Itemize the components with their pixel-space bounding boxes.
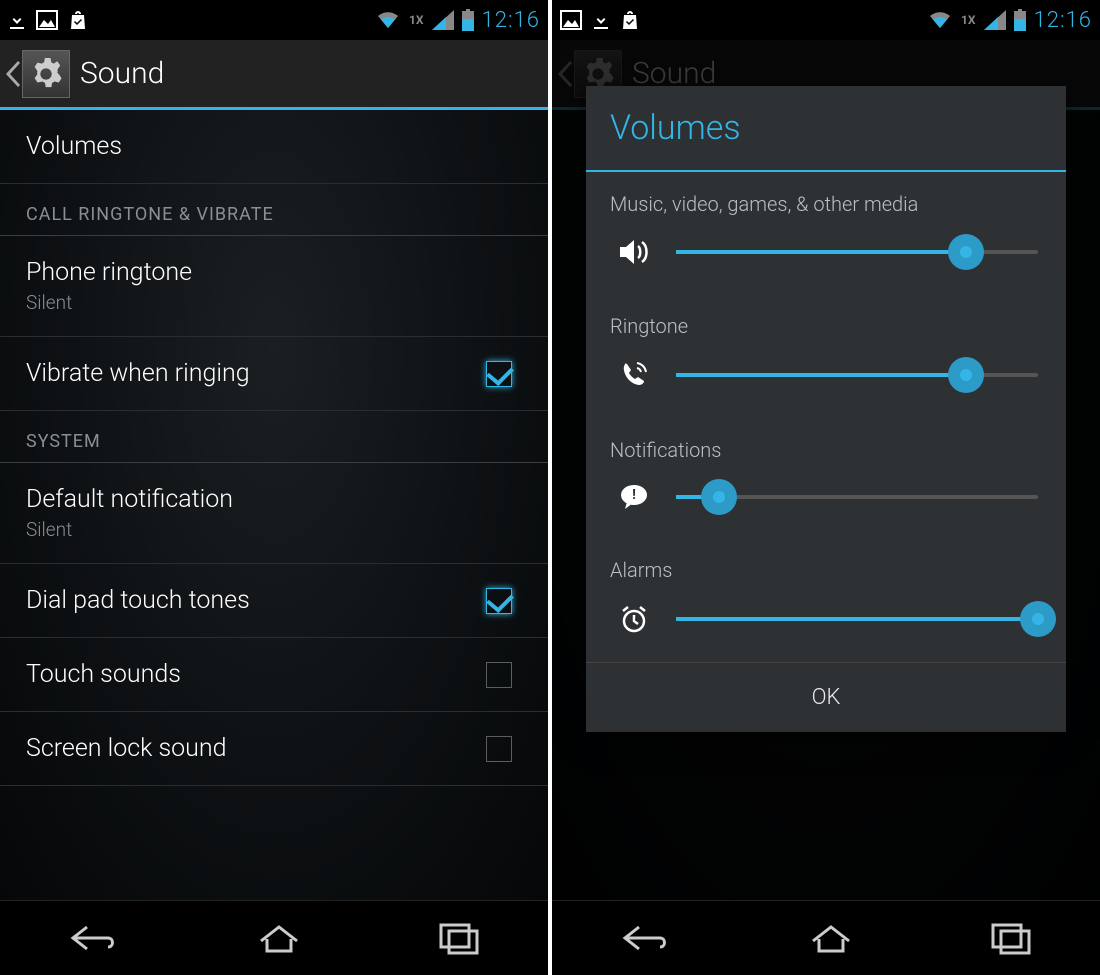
screen-lock-checkbox[interactable] <box>486 736 512 762</box>
settings-gear-icon <box>22 50 70 98</box>
nav-bar <box>0 900 548 975</box>
slider-fill <box>676 373 966 377</box>
phone-ringtone-item[interactable]: Phone ringtone Silent <box>0 236 548 337</box>
phone-right: 1X 12:16 Sound Volumes Music, video <box>552 0 1100 975</box>
network-1x-label: 1X <box>961 13 976 27</box>
slider-label: Notifications <box>610 438 1042 462</box>
dialpad-tones-item[interactable]: Dial pad touch tones <box>0 564 548 638</box>
slider-label: Ringtone <box>610 314 1042 338</box>
speaker-icon <box>614 238 654 266</box>
signal-icon <box>432 10 454 30</box>
dialpad-checkbox[interactable] <box>486 588 512 614</box>
item-label: Dial pad touch tones <box>26 586 486 615</box>
alarms-slider[interactable] <box>676 617 1038 621</box>
nav-home-icon[interactable] <box>807 921 855 955</box>
slider-label: Alarms <box>610 558 1042 582</box>
vibrate-when-ringing-item[interactable]: Vibrate when ringing <box>0 337 548 411</box>
item-label: Volumes <box>26 132 522 161</box>
volumes-dialog: Volumes Music, video, games, & other med… <box>586 86 1066 732</box>
dialog-scrim[interactable]: Volumes Music, video, games, & other med… <box>552 40 1100 900</box>
volumes-item[interactable]: Volumes <box>0 110 548 184</box>
slider-thumb[interactable] <box>948 357 984 393</box>
status-bar: 1X 12:16 <box>0 0 548 40</box>
svg-text:!: ! <box>632 487 636 503</box>
picture-icon <box>36 10 58 30</box>
ringtone-volume-row: Ringtone <box>586 294 1066 418</box>
status-clock: 12:16 <box>482 8 540 33</box>
ok-button[interactable]: OK <box>586 662 1066 732</box>
settings-list: Volumes CALL RINGTONE & VIBRATE Phone ri… <box>0 110 548 900</box>
status-bar: 1X 12:16 <box>552 0 1100 40</box>
item-label: Screen lock sound <box>26 734 486 763</box>
wifi-icon <box>927 10 953 30</box>
touch-sounds-item[interactable]: Touch sounds <box>0 638 548 712</box>
default-notification-item[interactable]: Default notification Silent <box>0 463 548 564</box>
shopping-icon <box>68 9 88 31</box>
picture-icon <box>560 10 582 30</box>
nav-back-icon[interactable] <box>67 921 121 955</box>
alarm-clock-icon <box>614 604 654 634</box>
nav-recent-icon[interactable] <box>437 921 481 955</box>
nav-back-icon[interactable] <box>619 921 673 955</box>
section-header-ringtone: CALL RINGTONE & VIBRATE <box>0 184 548 236</box>
phone-ring-icon <box>614 360 654 390</box>
network-1x-label: 1X <box>409 13 424 27</box>
nav-home-icon[interactable] <box>255 921 303 955</box>
slider-thumb[interactable] <box>701 479 737 515</box>
slider-label: Music, video, games, & other media <box>610 192 1042 216</box>
page-title: Sound <box>80 56 164 91</box>
action-bar[interactable]: Sound <box>0 40 548 110</box>
item-sublabel: Silent <box>26 291 522 314</box>
media-slider[interactable] <box>676 250 1038 254</box>
section-header-system: SYSTEM <box>0 411 548 463</box>
dialog-title: Volumes <box>586 86 1066 172</box>
signal-icon <box>984 10 1006 30</box>
slider-fill <box>676 617 1038 621</box>
media-volume-row: Music, video, games, & other media <box>586 172 1066 294</box>
touch-sounds-checkbox[interactable] <box>486 662 512 688</box>
nav-bar <box>552 900 1100 975</box>
status-clock: 12:16 <box>1034 8 1092 33</box>
ringtone-slider[interactable] <box>676 373 1038 377</box>
item-sublabel: Silent <box>26 518 522 541</box>
nav-recent-icon[interactable] <box>989 921 1033 955</box>
battery-icon <box>1014 9 1026 31</box>
slider-thumb[interactable] <box>1020 601 1056 637</box>
back-icon[interactable] <box>4 59 22 89</box>
screen-lock-sound-item[interactable]: Screen lock sound <box>0 712 548 786</box>
item-label: Phone ringtone <box>26 258 522 287</box>
download-icon <box>8 10 26 30</box>
download-icon <box>592 10 610 30</box>
wifi-icon <box>375 10 401 30</box>
notification-bubble-icon: ! <box>614 484 654 510</box>
notifications-slider[interactable] <box>676 495 1038 499</box>
item-label: Touch sounds <box>26 660 486 689</box>
slider-fill <box>676 250 966 254</box>
notifications-volume-row: Notifications ! <box>586 418 1066 538</box>
item-label: Vibrate when ringing <box>26 359 486 388</box>
vibrate-checkbox[interactable] <box>486 361 512 387</box>
slider-thumb[interactable] <box>948 234 984 270</box>
phone-left: 1X 12:16 Sound Volumes CALL RINGTONE & V… <box>0 0 548 975</box>
shopping-icon <box>620 9 640 31</box>
item-label: Default notification <box>26 485 522 514</box>
battery-icon <box>462 9 474 31</box>
alarms-volume-row: Alarms <box>586 538 1066 662</box>
